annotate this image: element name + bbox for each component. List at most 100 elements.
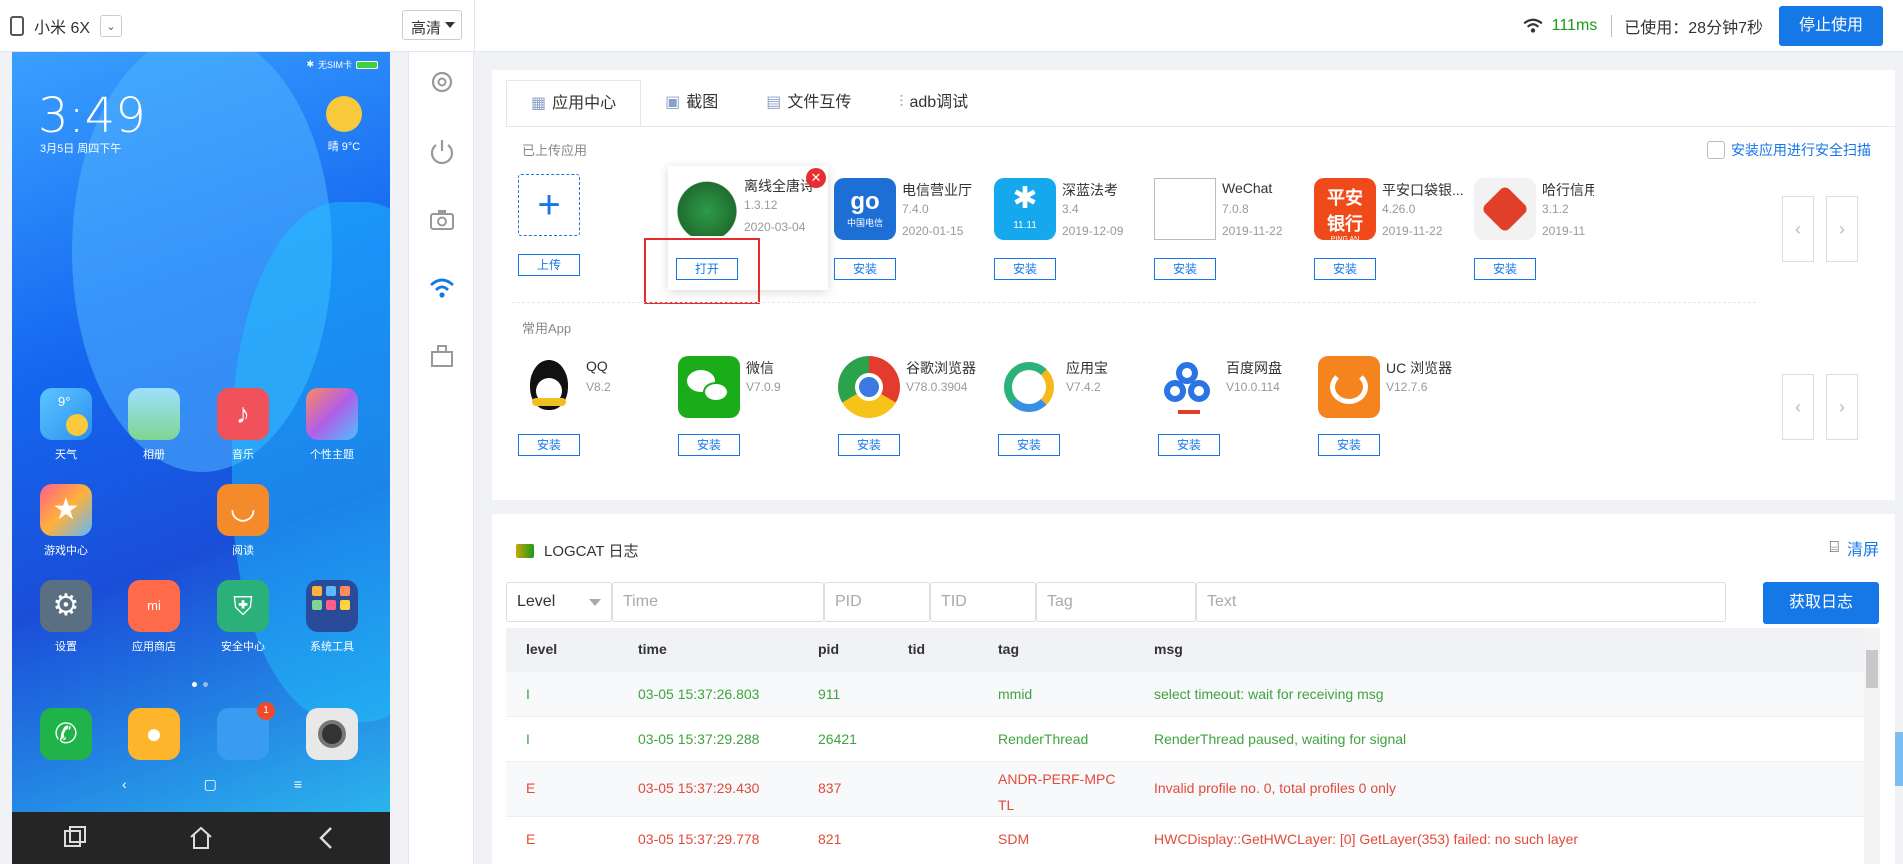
- app-card[interactable]: 离线全唐诗 1.3.12 2020-03-04: [676, 174, 826, 244]
- install-button[interactable]: 安装: [678, 434, 740, 456]
- table-row[interactable]: E 03-05 15:37:29.778 821 SDM HWCDisplay:…: [506, 817, 1876, 859]
- camera-icon: [430, 210, 454, 230]
- app-settings[interactable]: ⚙ 设置: [28, 580, 104, 654]
- wifi-icon: [1523, 18, 1543, 33]
- col-msg: msg: [1154, 641, 1183, 657]
- app-date: 2019-11-22: [1382, 224, 1443, 238]
- home-icon[interactable]: [188, 825, 214, 851]
- app-card[interactable]: 平安 银行 PING AN 平安口袋银... 4.26.0 2019-11-22: [1314, 178, 1464, 248]
- app-themes[interactable]: 个性主题: [294, 388, 370, 462]
- device-selector[interactable]: 小米 6X ⌄: [10, 14, 123, 38]
- level-select[interactable]: Level: [506, 582, 612, 622]
- tab-file-transfer[interactable]: ▤ 文件互传: [742, 80, 875, 126]
- app-game-center[interactable]: ★ 游戏中心: [28, 484, 104, 558]
- app-card[interactable]: ✱ 11.11 深蓝法考 3.4 2019-12-09: [994, 178, 1144, 248]
- baidu-pan-icon: [1158, 356, 1220, 418]
- app-music[interactable]: ♪ 音乐: [205, 388, 281, 462]
- install-button[interactable]: 安装: [518, 434, 580, 456]
- install-button[interactable]: 安装: [1318, 434, 1380, 456]
- side-feedback-tab[interactable]: [1895, 732, 1903, 786]
- app-weather[interactable]: 9° 天气: [28, 388, 104, 462]
- tid-input[interactable]: TID: [930, 582, 1036, 622]
- app-system-tools[interactable]: 系统工具: [294, 580, 370, 654]
- pager-next[interactable]: ›: [1826, 196, 1858, 262]
- app-card[interactable]: 百度网盘 V10.0.114: [1158, 356, 1308, 426]
- wifi-icon: [430, 278, 454, 298]
- app-card[interactable]: 微信 V7.0.9: [678, 356, 828, 426]
- power-tool[interactable]: [428, 138, 456, 166]
- pager-prev[interactable]: ‹: [1782, 374, 1814, 440]
- dock-phone[interactable]: ✆: [28, 708, 104, 766]
- app-card[interactable]: 谷歌浏览器 V78.0.3904: [838, 356, 988, 426]
- install-button[interactable]: 安装: [1474, 258, 1536, 280]
- app-card[interactable]: go 中国电信 电信营业厅 7.4.0 2020-01-15: [834, 178, 984, 248]
- dock-camera[interactable]: [294, 708, 370, 766]
- home-icon[interactable]: ▢: [204, 776, 217, 793]
- scrollbar-thumb[interactable]: [1866, 650, 1878, 688]
- screenshot-tool[interactable]: [428, 206, 456, 234]
- tab-label: 截图: [686, 94, 719, 111]
- tag-input[interactable]: Tag: [1036, 582, 1196, 622]
- app-card[interactable]: UC 浏览器 V12.7.6: [1318, 356, 1468, 426]
- app-card[interactable]: 哈行信用 3.1.2 2019-11: [1474, 178, 1594, 248]
- time-input[interactable]: Time: [612, 582, 824, 622]
- gallery-icon: [128, 388, 180, 440]
- back-icon[interactable]: ‹: [122, 776, 127, 793]
- install-button[interactable]: 安装: [838, 434, 900, 456]
- text-input[interactable]: Text: [1196, 582, 1726, 622]
- cell-tag-line: ANDR-PERF-MPC: [998, 771, 1116, 787]
- app-version: V8.2: [586, 380, 611, 394]
- weather-widget[interactable]: 晴 9°C: [324, 96, 364, 154]
- chevron-down-icon[interactable]: ⌄: [100, 15, 123, 37]
- table-row[interactable]: I 03-05 15:37:29.288 26421 RenderThread …: [506, 717, 1876, 762]
- divider: [1611, 15, 1613, 37]
- clear-button[interactable]: ⌸ 清屏: [1829, 536, 1879, 560]
- upload-label-button[interactable]: 上传: [518, 254, 580, 276]
- install-button[interactable]: 安装: [834, 258, 896, 280]
- app-security[interactable]: ⛨ 安全中心: [205, 580, 281, 654]
- upload-button[interactable]: +: [518, 174, 580, 236]
- dock-browser[interactable]: 1: [205, 702, 281, 766]
- app-reading[interactable]: ◡ 阅读: [205, 484, 281, 558]
- tab-screenshot[interactable]: ▣ 截图: [641, 80, 742, 126]
- app-gallery[interactable]: 相册: [116, 388, 192, 462]
- app-card[interactable]: 应用宝 V7.4.2: [998, 356, 1148, 426]
- app-date: 2019-12-09: [1062, 224, 1124, 238]
- tab-app-center[interactable]: ▦ 应用中心: [506, 80, 642, 126]
- recent-apps-icon[interactable]: [62, 825, 88, 851]
- app-label: 相册: [143, 449, 165, 461]
- install-button[interactable]: 安装: [1158, 434, 1220, 456]
- get-log-button[interactable]: 获取日志: [1763, 582, 1879, 624]
- session-info: 111ms 已使用：28分钟7秒 停止使用: [1522, 6, 1883, 46]
- asterisk-icon: ✱: [1012, 182, 1038, 215]
- stop-button[interactable]: 停止使用: [1778, 6, 1883, 46]
- phone-screen[interactable]: ✱ 无SIM卡 3:49 3月5日 周四下午 晴 9°C 9° 天气 相册 ♪ …: [12, 52, 390, 864]
- table-row[interactable]: I 03-05 15:37:26.803 911 mmid select tim…: [506, 672, 1876, 717]
- install-button[interactable]: 安装: [998, 434, 1060, 456]
- menu-icon[interactable]: ≡: [294, 776, 302, 793]
- install-button[interactable]: 安装: [1154, 258, 1216, 280]
- back-icon[interactable]: [314, 825, 340, 851]
- image-icon: ▣: [665, 94, 681, 111]
- scan-checkbox[interactable]: 安装应用进行安全扫描: [1707, 140, 1871, 160]
- table-row[interactable]: E 03-05 15:37:29.430 837 ANDR-PERF-MPC T…: [506, 762, 1876, 817]
- install-button[interactable]: 安装: [1314, 258, 1376, 280]
- app-version: 7.0.8: [1222, 202, 1249, 216]
- pager-prev[interactable]: ‹: [1782, 196, 1814, 262]
- app-store[interactable]: mi 应用商店: [116, 580, 192, 654]
- weather-temp: 晴 9°C: [327, 141, 361, 153]
- app-card[interactable]: QQ V8.2: [518, 356, 668, 426]
- network-tool[interactable]: [428, 274, 456, 302]
- dock-messages[interactable]: ●: [116, 708, 192, 766]
- quality-select[interactable]: 高清: [402, 10, 462, 40]
- app-label: 音乐: [232, 449, 254, 461]
- app-card[interactable]: WeChat 7.0.8 2019-11-22: [1154, 178, 1304, 248]
- rotate-tool[interactable]: [428, 342, 456, 370]
- tab-adb[interactable]: ⫶ adb调试: [875, 80, 992, 126]
- install-button[interactable]: 安装: [994, 258, 1056, 280]
- close-icon[interactable]: ✕: [806, 168, 826, 188]
- pid-input[interactable]: PID: [824, 582, 930, 622]
- plus-icon: +: [537, 182, 561, 227]
- settings-tool[interactable]: [428, 68, 456, 96]
- pager-next[interactable]: ›: [1826, 374, 1858, 440]
